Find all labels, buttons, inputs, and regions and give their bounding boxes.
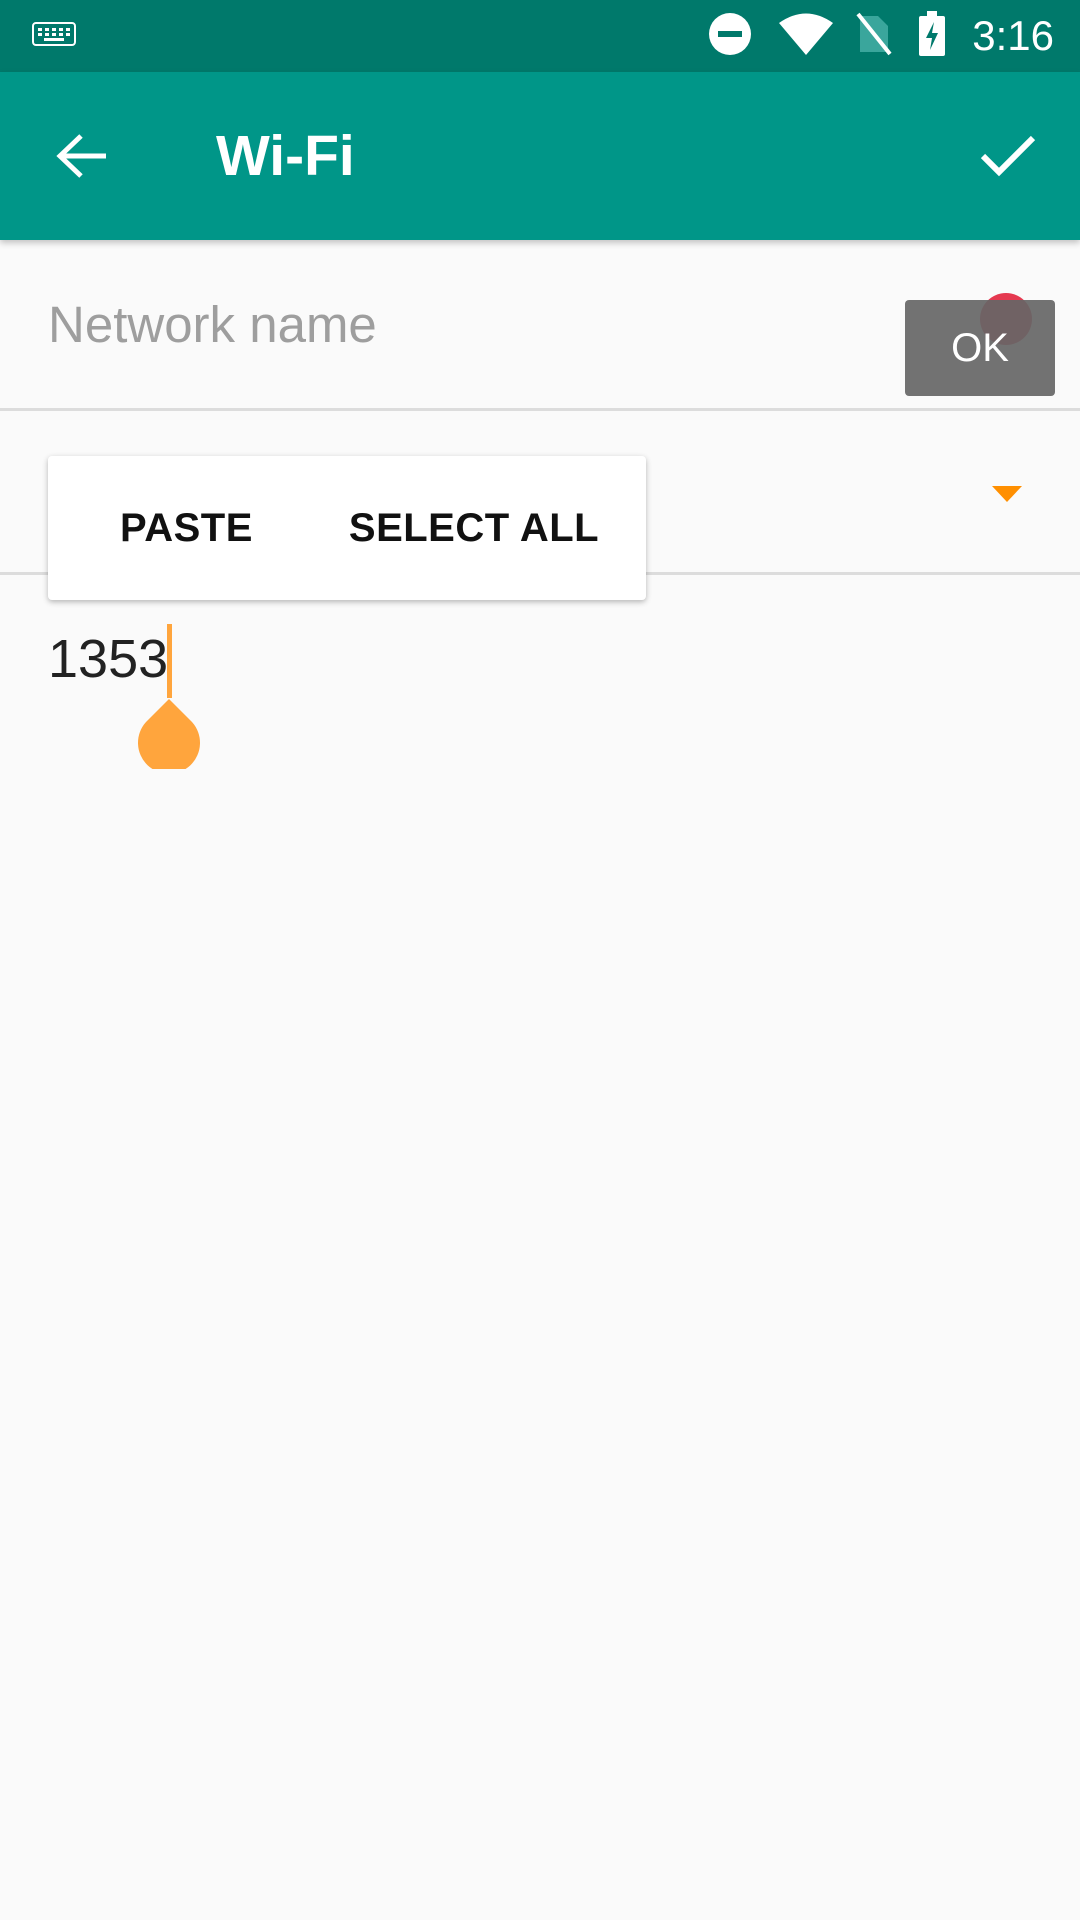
wifi-icon (778, 12, 834, 61)
back-arrow-icon[interactable] (40, 114, 124, 198)
cursor-handle-icon[interactable] (138, 697, 200, 774)
keyboard-icon (32, 22, 76, 53)
check-icon[interactable] (966, 114, 1050, 198)
app-toolbar: Wi-Fi (0, 72, 1080, 240)
dropdown-arrow-icon[interactable] (992, 486, 1022, 502)
wifi-config-screen: 3:16 Wi-Fi OK PASTE SELECT ALL 1353 (0, 0, 1080, 1920)
paste-button[interactable]: PASTE (120, 506, 253, 551)
no-sim-icon (856, 12, 892, 61)
select-all-button[interactable]: SELECT ALL (349, 506, 599, 551)
password-field-text[interactable]: 1353 (48, 628, 168, 690)
ok-tooltip: OK (905, 300, 1055, 396)
text-cursor (167, 624, 172, 698)
text-selection-menu: PASTE SELECT ALL (48, 456, 646, 600)
clock: 3:16 (972, 12, 1054, 59)
status-bar: 3:16 (0, 0, 1080, 72)
battery-charging-icon (918, 10, 946, 62)
do-not-disturb-icon (708, 12, 752, 61)
page-title: Wi-Fi (216, 124, 355, 188)
network-name-input[interactable] (48, 240, 888, 408)
